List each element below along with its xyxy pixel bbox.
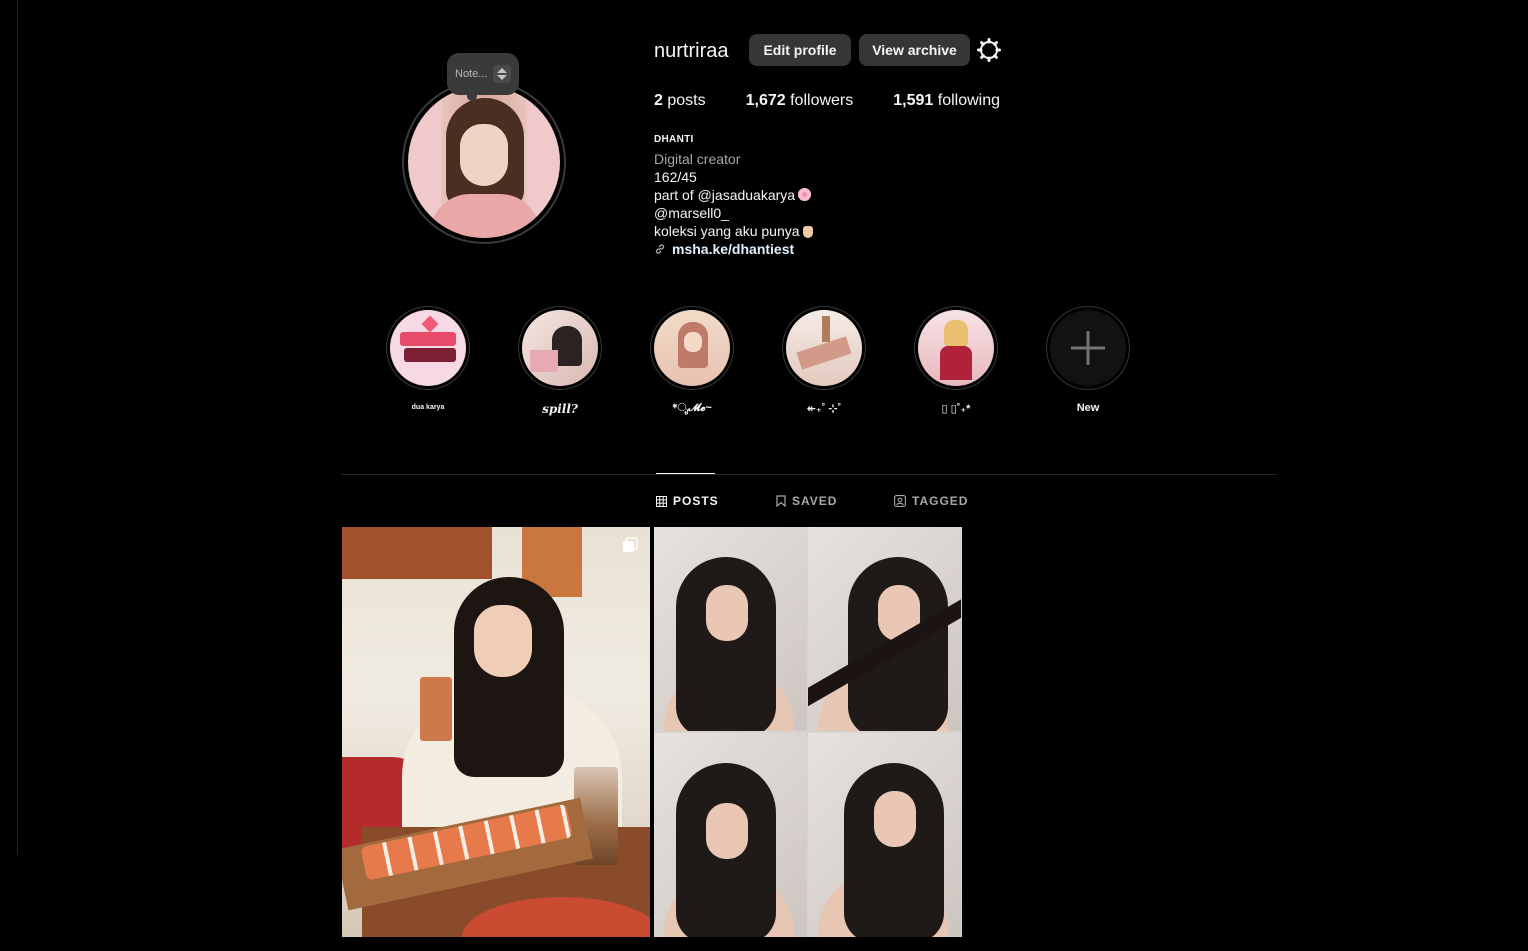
post-tile-1[interactable]: [342, 527, 650, 937]
flower-emoji-icon: [798, 188, 812, 201]
following-stat[interactable]: 1,591 following: [893, 92, 1000, 110]
view-archive-button[interactable]: View archive: [859, 34, 970, 66]
bio-line-2-row: part of @jasaduakarya: [654, 186, 813, 204]
tabs-divider: [341, 474, 1277, 475]
followers-label: followers: [790, 92, 854, 109]
bio-line-3[interactable]: @marsell0_: [654, 204, 813, 222]
tab-tagged[interactable]: TAGGED: [894, 494, 968, 508]
following-count: 1,591: [893, 92, 934, 109]
tab-label: TAGGED: [912, 494, 969, 508]
post-tile-2[interactable]: [654, 527, 962, 937]
highlight-label: spill?: [542, 402, 578, 416]
highlight-label: *ೃ𝓜𝓮~: [672, 402, 712, 414]
display-name: DHANTI: [654, 134, 694, 145]
active-tab-indicator: [656, 473, 715, 474]
highlight-cover: [1050, 310, 1126, 386]
bio-link[interactable]: msha.ke/dhantiest: [672, 240, 794, 258]
tag-icon: [894, 495, 906, 507]
profile-stats: 2 posts 1,672 followers 1,591 following: [654, 92, 1000, 110]
plus-icon: [1071, 331, 1105, 365]
profile-avatar[interactable]: [402, 80, 566, 244]
grid-icon: [656, 495, 667, 507]
note-label: Note...: [455, 68, 488, 80]
posts-stat: 2 posts: [654, 92, 706, 110]
tab-saved[interactable]: SAVED: [776, 494, 837, 508]
highlight-cover: [918, 310, 994, 386]
highlight-me[interactable]: *ೃ𝓜𝓮~: [650, 306, 734, 415]
left-divider: [17, 0, 18, 855]
highlight-cover: [654, 310, 730, 386]
highlight-label: ↞₊˚ ⊹˚: [806, 403, 842, 415]
avatar-image: [408, 86, 560, 238]
category-label: Digital creator: [654, 151, 741, 167]
username: nurtriraa: [654, 40, 729, 62]
following-label: following: [937, 92, 1001, 109]
posts-label: posts: [667, 92, 706, 109]
link-icon: [655, 244, 665, 254]
multi-photo-icon: [623, 537, 638, 552]
chevron-down-icon[interactable]: [497, 75, 507, 80]
highlight-spill[interactable]: spill?: [518, 306, 602, 416]
bio-line-2[interactable]: part of @jasaduakarya: [654, 187, 795, 203]
bio-line-4: koleksi yang aku punya: [654, 223, 800, 239]
bookmark-icon: [776, 495, 786, 507]
bio-line-4-row: koleksi yang aku punya: [654, 222, 813, 240]
pointing-hand-emoji-icon: [802, 226, 813, 238]
tab-posts[interactable]: POSTS: [656, 494, 719, 508]
highlight-label: dua karya: [411, 404, 445, 411]
edit-profile-button[interactable]: Edit profile: [749, 34, 851, 66]
highlight-cover: [522, 310, 598, 386]
highlight-4[interactable]: ↞₊˚ ⊹˚: [782, 306, 866, 415]
tab-label: SAVED: [792, 494, 838, 508]
bio-line-1: 162/45: [654, 169, 697, 185]
posts-count: 2: [654, 92, 663, 109]
tab-label: POSTS: [673, 494, 719, 508]
highlight-cover: [390, 310, 466, 386]
new-highlight-button[interactable]: New: [1046, 306, 1130, 414]
note-stepper[interactable]: [493, 65, 511, 83]
highlight-cover: [786, 310, 862, 386]
followers-count: 1,672: [745, 92, 786, 109]
profile-bio: DHANTI Digital creator 162/45 part of @j…: [654, 134, 813, 258]
bio-link-row[interactable]: msha.ke/dhantiest: [654, 240, 813, 258]
note-bubble[interactable]: Note...: [447, 53, 519, 101]
highlight-dua-karya[interactable]: dua karya: [386, 306, 470, 411]
chevron-up-icon[interactable]: [497, 68, 507, 73]
settings-gear-icon[interactable]: [977, 38, 1001, 62]
highlight-label: New: [1076, 402, 1100, 414]
highlight-label: ▯ ▯˚₊*: [941, 403, 971, 415]
followers-stat[interactable]: 1,672 followers: [746, 92, 854, 110]
highlight-5[interactable]: ▯ ▯˚₊*: [914, 306, 998, 415]
